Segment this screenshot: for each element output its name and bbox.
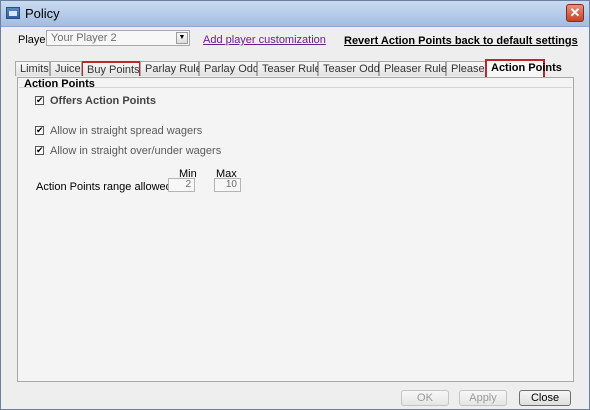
action-points-panel: Action Points ✔ Offers Action Points ✔ A… bbox=[17, 77, 574, 382]
title-bar: Policy ✕ bbox=[1, 1, 589, 27]
overunder-wagers-label: Allow in straight over/under wagers bbox=[50, 145, 222, 157]
close-window-button[interactable]: ✕ bbox=[566, 4, 584, 22]
policy-window: Policy ✕ Player Your Player 2 ▼ Add play… bbox=[0, 0, 590, 410]
tab-action-points[interactable]: Action Points bbox=[485, 59, 562, 77]
player-select-value: Your Player 2 bbox=[51, 32, 117, 44]
close-icon: ✕ bbox=[569, 5, 581, 20]
range-label: Action Points range allowed: bbox=[36, 181, 175, 193]
tab-teaser-rules[interactable]: Teaser Rules bbox=[257, 61, 326, 76]
tab-parlay-odds[interactable]: Parlay Odds bbox=[199, 61, 265, 76]
offers-action-points-label: Offers Action Points bbox=[50, 95, 156, 107]
tab-label: Parlay Rules bbox=[145, 63, 208, 75]
player-select[interactable]: Your Player 2 ▼ bbox=[46, 30, 190, 46]
tab-pleaser-rules[interactable]: Pleaser Rules bbox=[379, 61, 452, 76]
checkmark-icon: ✔ bbox=[36, 145, 44, 155]
add-player-customization-link[interactable]: Add player customization bbox=[203, 34, 326, 46]
tab-limits[interactable]: Limits bbox=[15, 61, 50, 76]
app-icon bbox=[6, 7, 20, 19]
spread-wagers-checkbox[interactable]: ✔ bbox=[35, 126, 44, 135]
window-title: Policy bbox=[25, 6, 60, 21]
offers-action-points-checkbox[interactable]: ✔ bbox=[35, 96, 44, 105]
tab-label: Parlay Odds bbox=[204, 63, 265, 75]
checkmark-icon: ✔ bbox=[36, 95, 44, 105]
tab-label: Teaser Odds bbox=[323, 63, 386, 75]
revert-defaults-link[interactable]: Revert Action Points back to default set… bbox=[344, 35, 578, 47]
max-points-field[interactable]: 10 bbox=[214, 178, 241, 192]
chevron-down-icon[interactable]: ▼ bbox=[176, 32, 188, 44]
tab-buy-points[interactable]: Buy Points bbox=[82, 61, 140, 76]
min-points-field[interactable]: 2 bbox=[168, 178, 195, 192]
section-title: Action Points bbox=[24, 78, 95, 90]
tab-label: Juice bbox=[55, 63, 81, 75]
spread-wagers-label: Allow in straight spread wagers bbox=[50, 125, 203, 137]
section-divider bbox=[19, 87, 572, 88]
tab-label: Teaser Rules bbox=[262, 63, 327, 75]
tab-label: Pleaser Rules bbox=[384, 63, 453, 75]
overunder-wagers-checkbox[interactable]: ✔ bbox=[35, 146, 44, 155]
tab-juice[interactable]: Juice bbox=[50, 61, 82, 76]
tab-label: Buy Points bbox=[87, 64, 140, 76]
ok-button[interactable]: OK bbox=[401, 390, 449, 406]
tab-teaser-odds[interactable]: Teaser Odds bbox=[318, 61, 385, 76]
close-button[interactable]: Close bbox=[519, 390, 571, 406]
checkmark-icon: ✔ bbox=[36, 125, 44, 135]
apply-button[interactable]: Apply bbox=[459, 390, 507, 406]
player-label: Player bbox=[18, 34, 50, 46]
tab-label: Action Points bbox=[491, 62, 562, 74]
tab-label: Limits bbox=[20, 63, 49, 75]
tab-parlay-rules[interactable]: Parlay Rules bbox=[140, 61, 207, 76]
